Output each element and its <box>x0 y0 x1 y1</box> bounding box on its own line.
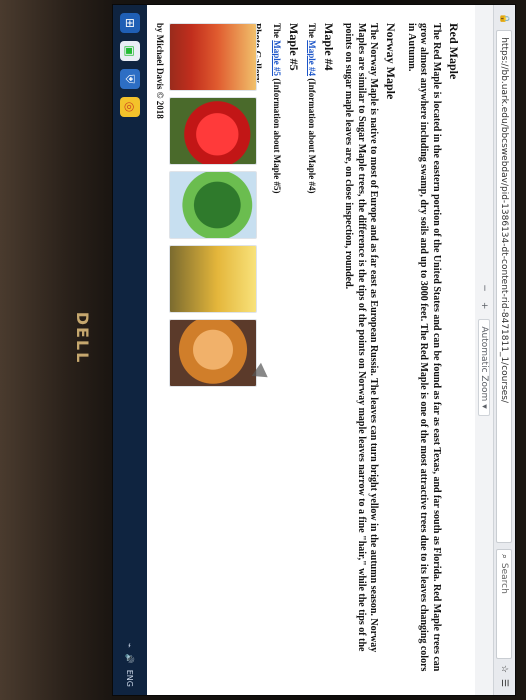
heading-maple-4: Maple #4 <box>322 23 336 71</box>
maple-4-prefix: The <box>307 23 317 41</box>
address-text: https://bb.uark.edu/bbcswebdav/pid-13861… <box>499 37 510 404</box>
browser-icon[interactable]: ◎ <box>120 97 140 117</box>
red-maple-paragraph: The Red Maple is located in the eastern … <box>406 23 442 672</box>
wifi-icon[interactable]: ⌁ <box>126 643 135 648</box>
gallery-image-autumn-tree[interactable] <box>169 319 257 387</box>
chevron-down-icon: ▾ <box>479 404 489 409</box>
maple-4-line: The Maple #4 (Information about Maple #4… <box>307 23 317 677</box>
norway-maple-paragraph: The Norway Maple is native to most of Eu… <box>343 23 380 653</box>
dell-logo: DELL <box>73 311 92 365</box>
maple-5-prefix: The <box>272 23 282 41</box>
zoom-in-button[interactable]: + <box>479 302 489 310</box>
search-box[interactable]: ⌕ Search <box>496 548 513 659</box>
photo-gallery <box>169 23 257 387</box>
search-placeholder: Search <box>499 562 510 594</box>
gallery-image-red-tree[interactable] <box>169 97 257 165</box>
zoom-label: Automatic Zoom <box>479 326 489 402</box>
heading-red-maple: Red Maple <box>447 23 461 80</box>
gallery-image-red-maple[interactable] <box>169 23 257 91</box>
pdf-toolbar: − + Automatic Zoom ▾ <box>474 5 493 695</box>
heading-norway-maple: Norway Maple <box>384 23 399 100</box>
volume-icon[interactable]: 🔊 <box>126 654 135 664</box>
address-bar[interactable]: https://bb.uark.edu/bbcswebdav/pid-13861… <box>496 30 513 543</box>
lock-icon: 🔒 <box>499 13 510 25</box>
screen: 🔒 https://bb.uark.edu/bbcswebdav/pid-138… <box>112 4 516 696</box>
document-content: Red Maple The Red Maple is located in th… <box>149 5 475 695</box>
system-tray: ⌁ 🔊 ENG <box>126 643 135 687</box>
maple-5-line: The Maple #5 (Information about Maple #5… <box>272 23 282 677</box>
gallery-image-green-tree[interactable] <box>169 171 257 239</box>
maple-5-link[interactable]: Maple #5 <box>272 40 282 76</box>
security-shield-icon[interactable]: ⛨ <box>120 69 140 89</box>
file-explorer-icon[interactable]: ▣ <box>120 41 140 61</box>
browser-page: 🔒 https://bb.uark.edu/bbcswebdav/pid-138… <box>113 5 515 695</box>
menu-icon[interactable]: ☰ <box>500 679 510 687</box>
browser-titlebar: 🔒 https://bb.uark.edu/bbcswebdav/pid-138… <box>493 5 515 695</box>
windows-start-icon[interactable]: ⊞ <box>120 13 140 33</box>
monitor: DELL 🔒 https://bb.uark.edu/bbcswebdav/pi… <box>0 0 526 700</box>
maple-4-link[interactable]: Maple #4 <box>307 40 317 76</box>
taskbar: ⊞ ▣ ⛨ ◎ ⌁ 🔊 ENG <box>113 5 147 695</box>
byline: by Michael Davis © 2018 <box>155 23 165 119</box>
gallery-image-yellow-trees[interactable] <box>169 245 257 313</box>
heading-maple-5: Maple #5 <box>287 23 301 71</box>
zoom-out-button[interactable]: − <box>479 284 489 292</box>
maple-4-suffix: (Information about Maple #4) <box>307 78 317 194</box>
maple-5-suffix: (Information about Maple #5) <box>272 78 282 194</box>
zoom-dropdown[interactable]: Automatic Zoom ▾ <box>478 319 490 416</box>
search-icon: ⌕ <box>499 553 510 559</box>
language-indicator[interactable]: ENG <box>126 670 135 687</box>
star-icon[interactable]: ☆ <box>500 665 510 673</box>
